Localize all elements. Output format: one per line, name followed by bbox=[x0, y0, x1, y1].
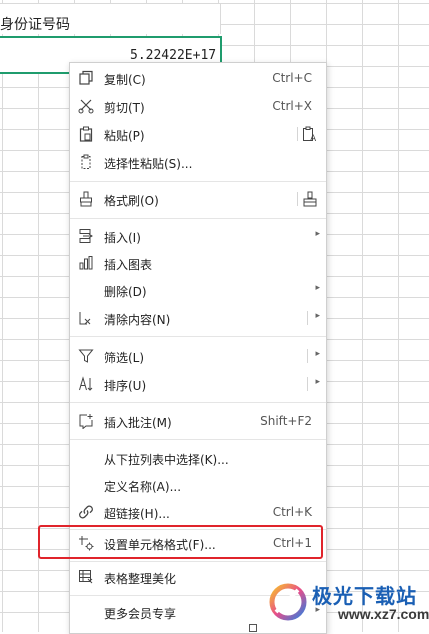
submenu-arrow-icon: ▸ bbox=[315, 349, 320, 359]
menu-separator bbox=[70, 336, 326, 337]
menu-label: 插入(I) bbox=[104, 231, 141, 245]
menu-shortcut: Ctrl+X bbox=[272, 99, 312, 113]
menu-label: 粘贴(P) bbox=[104, 129, 145, 143]
menu-label: 复制(C) bbox=[104, 73, 146, 87]
copy-icon bbox=[78, 70, 94, 86]
menu-item-insert[interactable]: 插入(I) ▸ bbox=[70, 223, 326, 249]
submenu-arrow-icon: ▸ bbox=[315, 377, 320, 387]
paste-special-icon bbox=[78, 154, 94, 170]
menu-label: 表格整理美化 bbox=[104, 572, 177, 586]
menu-divider bbox=[297, 192, 298, 206]
menu-separator bbox=[70, 218, 326, 219]
menu-item-format-painter[interactable]: 格式刷(O) bbox=[70, 186, 326, 212]
menu-item-sort[interactable]: 排序(U) ▸ bbox=[70, 371, 326, 397]
menu-item-filter[interactable]: 筛选(L) ▸ bbox=[70, 343, 326, 369]
menu-shortcut: Shift+F2 bbox=[260, 414, 312, 428]
menu-label: 插入批注(M) bbox=[104, 416, 172, 430]
menu-label: 更多会员专享 bbox=[104, 607, 177, 621]
comment-icon bbox=[78, 413, 94, 430]
menu-label: 格式刷(O) bbox=[104, 194, 159, 208]
menu-item-paste-special[interactable]: 选择性粘贴(S)... bbox=[70, 149, 326, 175]
format-painter-alt-icon[interactable] bbox=[302, 191, 318, 207]
menu-separator bbox=[70, 181, 326, 182]
insert-icon bbox=[78, 228, 94, 244]
submenu-arrow-icon: ▸ bbox=[315, 229, 320, 239]
menu-label: 超链接(H)... bbox=[104, 507, 170, 521]
menu-item-insert-chart[interactable]: 插入图表 bbox=[70, 250, 326, 276]
menu-separator bbox=[70, 561, 326, 562]
menu-divider bbox=[297, 127, 298, 141]
cut-icon bbox=[78, 98, 94, 114]
menu-item-define-name[interactable]: 定义名称(A)... bbox=[70, 472, 326, 498]
menu-label: 选择性粘贴(S)... bbox=[104, 157, 193, 171]
watermark-url: www.xz7.com bbox=[338, 606, 429, 622]
menu-item-delete[interactable]: 删除(D) ▸ bbox=[70, 277, 326, 303]
watermark: 极光下载站 www.xz7.com bbox=[268, 576, 429, 632]
watermark-logo-icon bbox=[269, 583, 307, 621]
filter-icon bbox=[78, 348, 94, 364]
menu-shortcut: Ctrl+C bbox=[272, 71, 312, 85]
menu-item-hyperlink[interactable]: 超链接(H)... Ctrl+K bbox=[70, 499, 326, 525]
submenu-arrow-icon: ▸ bbox=[315, 311, 320, 321]
paste-icon bbox=[78, 126, 94, 142]
table-beautify-icon bbox=[78, 569, 94, 585]
menu-label: 清除内容(N) bbox=[104, 313, 171, 327]
cell-value: 5.22422E+17 bbox=[130, 48, 217, 63]
column-header-text: 身份证号码 bbox=[0, 17, 70, 33]
menu-item-copy[interactable]: 复制(C) Ctrl+C bbox=[70, 65, 326, 91]
menu-label: 删除(D) bbox=[104, 285, 147, 299]
menu-divider bbox=[307, 349, 308, 363]
menu-divider bbox=[307, 377, 308, 391]
menu-label: 剪切(T) bbox=[104, 101, 145, 115]
menu-separator bbox=[70, 439, 326, 440]
menu-item-cut[interactable]: 剪切(T) Ctrl+X bbox=[70, 93, 326, 119]
format-painter-icon bbox=[78, 191, 94, 207]
paste-text-icon[interactable]: A bbox=[302, 126, 318, 144]
chart-icon bbox=[78, 255, 94, 271]
menu-separator bbox=[70, 402, 326, 403]
watermark-name: 极光下载站 bbox=[312, 584, 417, 608]
header-cell[interactable]: 身份证号码 bbox=[0, 4, 221, 34]
menu-label: 筛选(L) bbox=[104, 351, 145, 365]
highlight-box bbox=[38, 525, 323, 559]
menu-label: 插入图表 bbox=[104, 258, 153, 272]
menu-shortcut: Ctrl+K bbox=[272, 505, 312, 519]
link-icon bbox=[78, 504, 94, 520]
menu-label: 排序(U) bbox=[104, 379, 147, 393]
svg-text:A: A bbox=[310, 134, 317, 142]
menu-item-paste[interactable]: 粘贴(P) A bbox=[70, 121, 326, 147]
eraser-icon bbox=[78, 310, 94, 326]
menu-divider bbox=[307, 311, 308, 325]
menu-label: 定义名称(A)... bbox=[104, 480, 182, 494]
menu-item-insert-comment[interactable]: 插入批注(M) Shift+F2 bbox=[70, 408, 326, 434]
menu-item-clear-content[interactable]: 清除内容(N) ▸ bbox=[70, 305, 326, 331]
menu-label: 从下拉列表中选择(K)... bbox=[104, 453, 229, 467]
submenu-arrow-icon: ▸ bbox=[315, 283, 320, 293]
sort-icon bbox=[78, 376, 94, 392]
menu-item-pick-from-list[interactable]: 从下拉列表中选择(K)... bbox=[70, 445, 326, 471]
resize-handle[interactable] bbox=[249, 624, 257, 632]
